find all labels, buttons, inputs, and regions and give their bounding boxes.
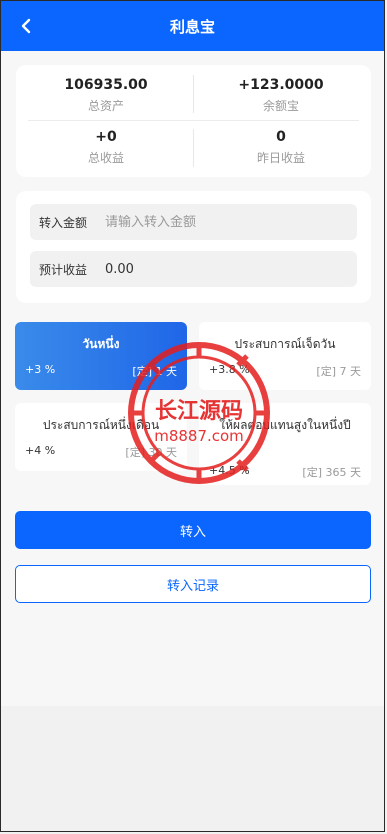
plan-term: [定] 1 天 — [132, 365, 177, 378]
stat-label: 总收益 — [87, 151, 124, 165]
field-label: 转入金额 — [39, 215, 88, 230]
stat-value: 106935.00 — [64, 77, 148, 93]
plan-name: วันหนึ่ง — [82, 337, 120, 351]
divider — [28, 120, 359, 121]
plan-option-1[interactable]: วันหนึ่ง +3 % [定] 1 天 — [15, 322, 187, 390]
stat-total-income: +0 总收益 — [21, 129, 191, 166]
stat-total-assets: 106935.00 总资产 — [21, 77, 191, 114]
field-label: 预计收益 — [39, 262, 88, 277]
stats-card: 106935.00 总资产 +123.0000 余额宝 +0 总收益 0 昨日收… — [16, 65, 371, 177]
transfer-records-button[interactable]: 转入记录 — [15, 565, 371, 603]
transfer-amount-field: 转入金额 — [30, 204, 357, 240]
chevron-left-icon — [21, 18, 31, 34]
app-frame: 利息宝 106935.00 总资产 +123.0000 余额宝 +0 总收益 0… — [0, 0, 385, 832]
stat-label: 余额宝 — [262, 99, 299, 113]
page-title: 利息宝 — [169, 17, 215, 36]
plan-option-2[interactable]: ประสบการณ์เจ็ดวัน +3.8 % [定] 7 天 — [199, 322, 371, 390]
plan-name: ให้ผลตอบแทนสูงในหนึ่งปี — [219, 418, 351, 432]
back-button[interactable] — [11, 11, 41, 41]
plan-option-3[interactable]: ประสบการณ์หนึ่งเดือน +4 % [定] 30 天 — [15, 403, 187, 471]
stat-balance-bao: +123.0000 余额宝 — [196, 77, 366, 114]
stat-label: 总资产 — [87, 99, 124, 113]
divider — [193, 129, 194, 167]
header-bar: 利息宝 — [1, 1, 384, 51]
plan-term: [定] 30 天 — [125, 446, 177, 459]
plan-rate: +4.5 % — [209, 464, 250, 477]
plan-rate: +3 % — [25, 363, 56, 376]
expected-income-field: 预计收益 0.00 — [30, 251, 357, 287]
plan-term: [定] 7 天 — [316, 365, 361, 378]
stat-value: +0 — [95, 129, 117, 145]
stat-value: 0 — [276, 129, 286, 145]
transfer-form-card: 转入金额 预计收益 0.00 — [16, 191, 371, 303]
stat-value: +123.0000 — [238, 77, 324, 93]
plan-name: ประสบการณ์เจ็ดวัน — [234, 337, 336, 351]
expected-income-value: 0.00 — [105, 261, 134, 277]
plan-name: ประสบการณ์หนึ่งเดือน — [42, 418, 160, 432]
divider — [193, 75, 194, 113]
transfer-amount-input[interactable] — [105, 214, 325, 230]
plan-term: [定] 365 天 — [302, 466, 361, 479]
plan-rate: +4 % — [25, 444, 56, 457]
plan-option-4[interactable]: ให้ผลตอบแทนสูงในหนึ่งปี +4.5 % [定] 365 天 — [199, 403, 371, 485]
stat-yesterday-income: 0 昨日收益 — [196, 129, 366, 166]
transfer-in-button[interactable]: 转入 — [15, 511, 371, 549]
page-body: 106935.00 总资产 +123.0000 余额宝 +0 总收益 0 昨日收… — [1, 51, 384, 706]
stat-label: 昨日收益 — [256, 151, 305, 165]
plan-rate: +3.8 % — [209, 363, 250, 376]
